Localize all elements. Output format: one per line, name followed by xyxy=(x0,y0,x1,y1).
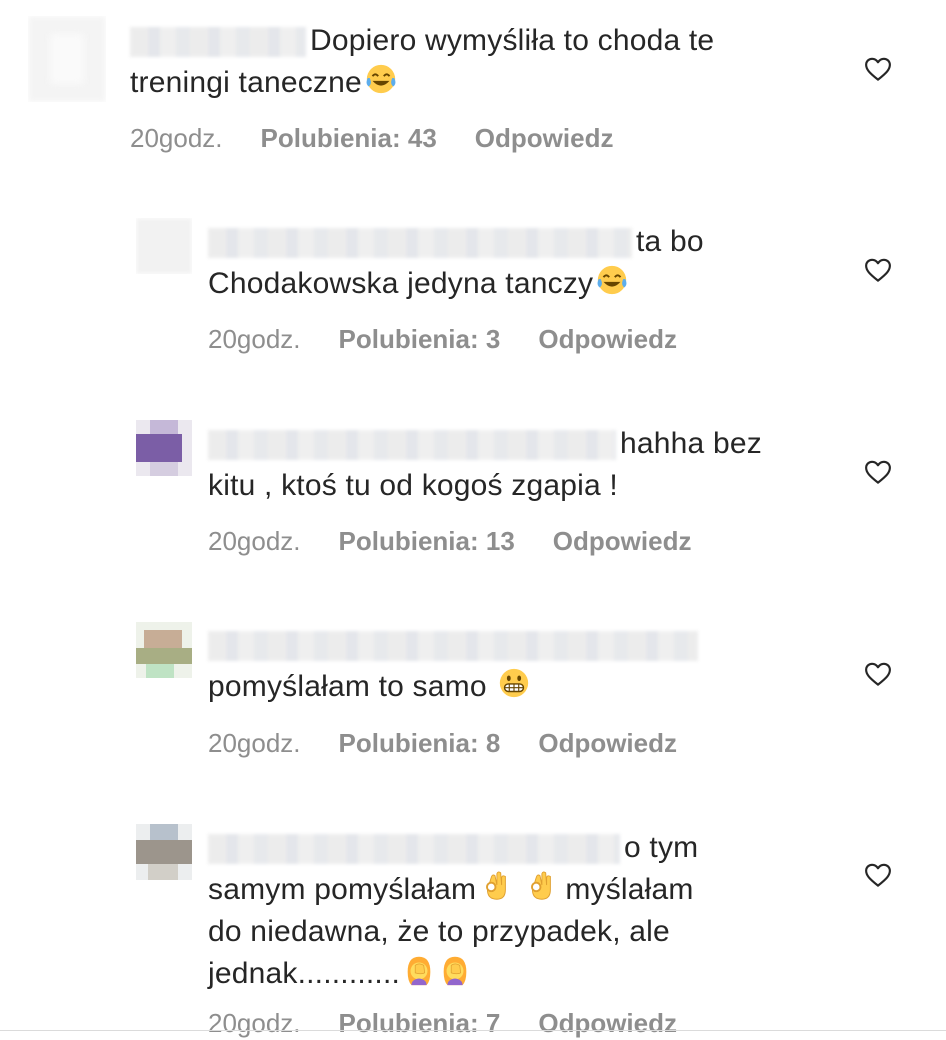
timestamp: 20godz. xyxy=(208,526,301,556)
username[interactable] xyxy=(208,430,616,461)
avatar[interactable] xyxy=(28,16,106,102)
comment-meta: 20godz. Polubienia: 3 Odpowiedz xyxy=(208,324,715,355)
heart-outline-icon[interactable] xyxy=(862,457,894,487)
reply-button[interactable]: Odpowiedz xyxy=(538,324,677,354)
likes-count[interactable]: Polubienia: 3 xyxy=(339,324,501,354)
comment-text: pomyślałam to samo xyxy=(208,624,848,708)
timestamp: 20godz. xyxy=(130,123,223,153)
comment-meta: 20godz. Polubienia: 7 Odpowiedz xyxy=(208,1008,715,1039)
heart-outline-icon[interactable] xyxy=(862,659,894,689)
facepalm-emoji xyxy=(438,953,472,987)
divider xyxy=(0,1030,946,1031)
likes-count[interactable]: Polubienia: 13 xyxy=(339,526,515,556)
reply-button[interactable]: Odpowiedz xyxy=(553,526,692,556)
comment-meta: 20godz. Polubienia: 8 Odpowiedz xyxy=(208,728,715,759)
username[interactable] xyxy=(208,631,698,662)
username[interactable] xyxy=(208,228,632,259)
comment-meta: 20godz. Polubienia: 43 Odpowiedz xyxy=(130,123,651,154)
comment-text: ta bo Chodakowska jedyna tanczy xyxy=(208,225,704,300)
tears-of-joy-emoji xyxy=(364,62,398,96)
username[interactable] xyxy=(208,834,620,865)
avatar[interactable] xyxy=(136,824,192,880)
heart-outline-icon[interactable] xyxy=(862,860,894,890)
reply-button[interactable]: Odpowiedz xyxy=(538,1008,677,1038)
facepalm-emoji xyxy=(402,953,436,987)
comment-text: o tym samym pomyślałam myślałam do nieda… xyxy=(208,831,699,990)
username[interactable] xyxy=(130,27,306,58)
comment-meta: 20godz. Polubienia: 13 Odpowiedz xyxy=(208,526,729,557)
likes-count[interactable]: Polubienia: 43 xyxy=(261,123,437,153)
grimacing-emoji xyxy=(497,666,531,700)
comment-text: hahha bez kitu , ktoś tu od kogoś zgapia… xyxy=(208,427,762,502)
timestamp: 20godz. xyxy=(208,728,301,758)
ok-hand-emoji xyxy=(523,869,557,903)
heart-outline-icon[interactable] xyxy=(862,255,894,285)
ok-hand-emoji xyxy=(478,869,512,903)
likes-count[interactable]: Polubienia: 8 xyxy=(339,728,501,758)
avatar[interactable] xyxy=(136,218,192,274)
tears-of-joy-emoji xyxy=(595,263,629,297)
comment-text: Dopiero wymyśliła to choda te treningi t… xyxy=(130,24,715,99)
timestamp: 20godz. xyxy=(208,1008,301,1038)
reply-button[interactable]: Odpowiedz xyxy=(475,123,614,153)
avatar[interactable] xyxy=(136,622,192,678)
timestamp: 20godz. xyxy=(208,324,301,354)
likes-count[interactable]: Polubienia: 7 xyxy=(339,1008,501,1038)
avatar[interactable] xyxy=(136,420,192,476)
reply-button[interactable]: Odpowiedz xyxy=(538,728,677,758)
heart-outline-icon[interactable] xyxy=(862,54,894,84)
